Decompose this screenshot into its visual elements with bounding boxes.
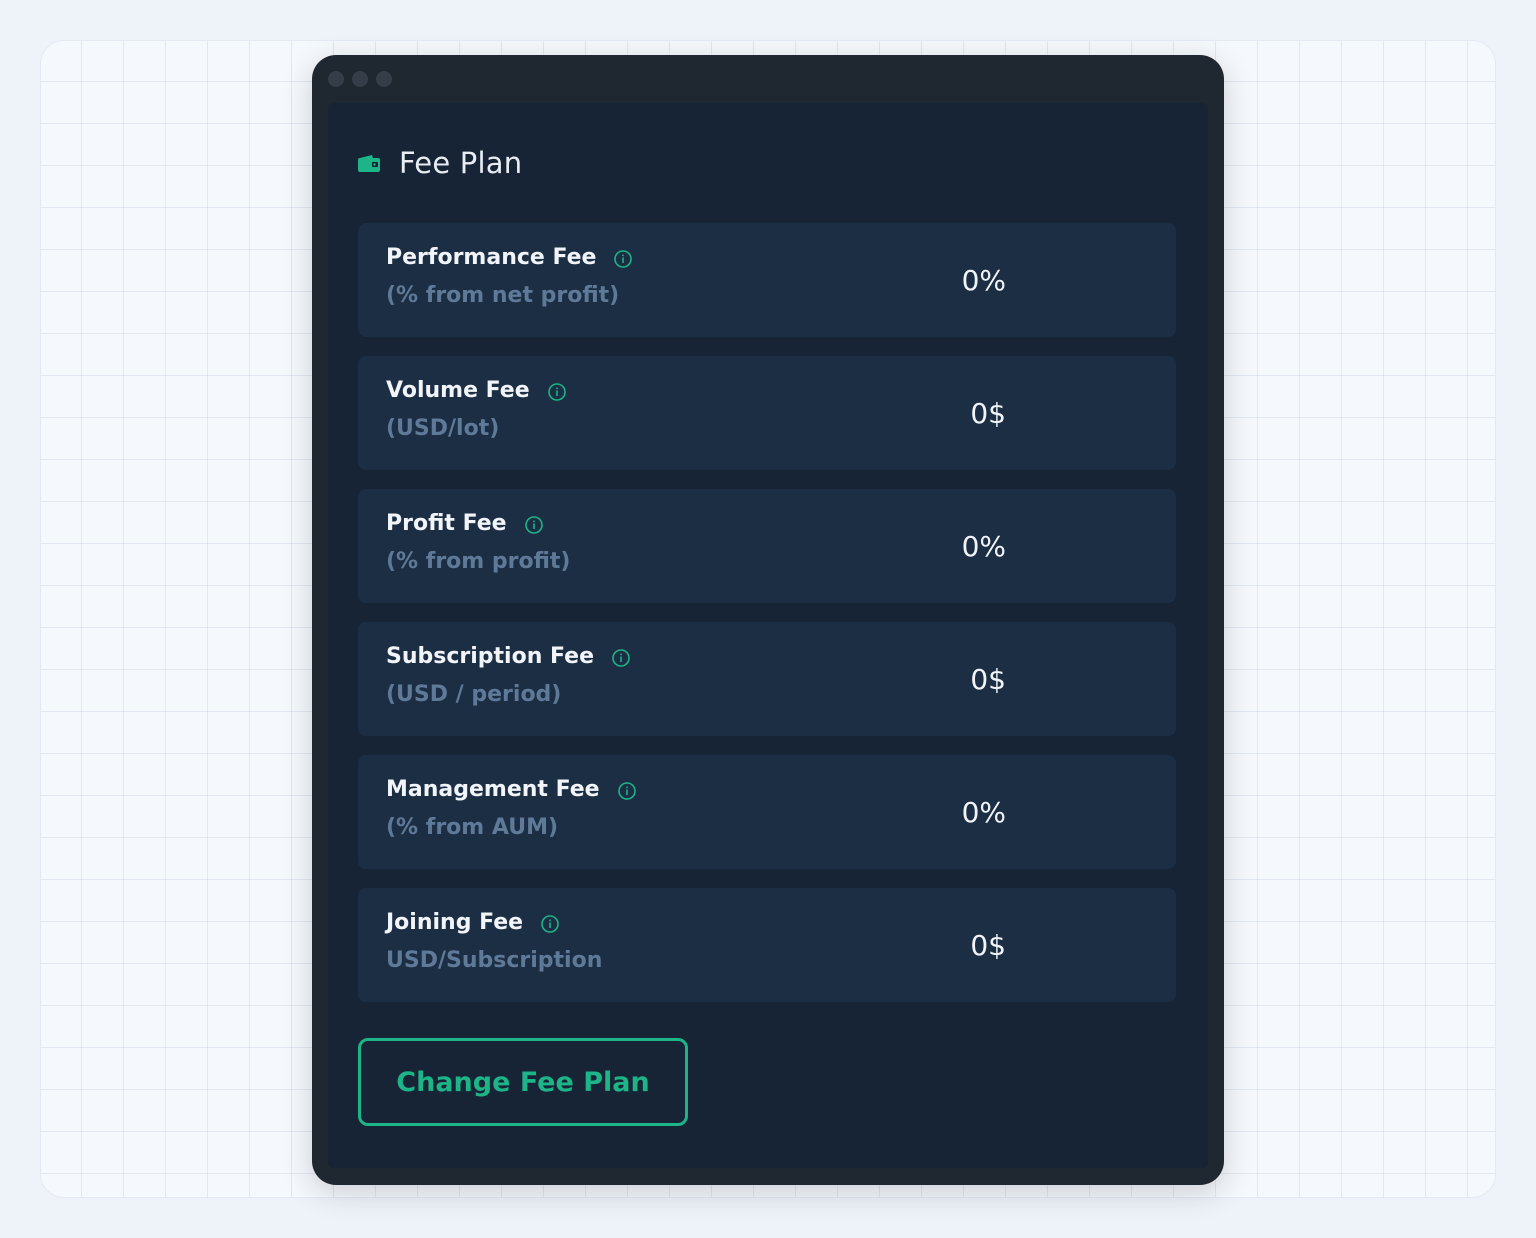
fee-subtitle: USD/Subscription <box>386 948 603 973</box>
fee-label: Management Fee <box>386 777 636 802</box>
wallet-icon <box>358 154 380 172</box>
panel-header: Fee Plan <box>358 143 522 183</box>
fee-row-profit: Profit Fee (% from profit) 0% <box>358 489 1176 603</box>
window-dot-maximize[interactable] <box>376 71 392 87</box>
info-icon[interactable] <box>614 249 633 268</box>
fee-label-text: Profit Fee <box>386 511 507 536</box>
fee-subtitle: (USD/lot) <box>386 416 500 441</box>
fee-label-text: Subscription Fee <box>386 644 595 669</box>
panel-title: Fee Plan <box>399 146 523 180</box>
fee-value: 0% <box>961 795 1006 829</box>
info-icon[interactable] <box>541 914 559 933</box>
fee-label: Performance Fee <box>386 245 633 270</box>
app-window: Fee Plan Performance Fee (% from net pro… <box>312 55 1224 1185</box>
fee-value: 0$ <box>970 662 1006 696</box>
fee-label: Subscription Fee <box>386 644 630 669</box>
info-icon[interactable] <box>617 781 636 800</box>
fee-plan-panel: Fee Plan Performance Fee (% from net pro… <box>328 103 1208 1168</box>
window-titlebar <box>312 55 1224 103</box>
fee-row-volume: Volume Fee (USD/lot) 0$ <box>358 356 1176 470</box>
fee-subtitle: (% from net profit) <box>386 283 620 308</box>
fee-label: Joining Fee <box>386 910 559 935</box>
fee-label-text: Volume Fee <box>386 378 530 403</box>
fee-subtitle: (% from AUM) <box>386 815 559 840</box>
fee-row-subscription: Subscription Fee (USD / period) 0$ <box>358 622 1176 736</box>
fee-label: Volume Fee <box>386 378 566 403</box>
fee-value: 0% <box>961 263 1006 297</box>
fee-subtitle: (USD / period) <box>386 682 562 707</box>
window-dot-close[interactable] <box>328 71 344 87</box>
info-icon[interactable] <box>547 382 566 401</box>
fee-value: 0$ <box>970 928 1006 962</box>
fee-label: Profit Fee <box>386 511 543 536</box>
window-dot-minimize[interactable] <box>352 71 368 87</box>
fee-value: 0% <box>961 529 1006 563</box>
fee-label-text: Performance Fee <box>386 245 597 270</box>
fee-subtitle: (% from profit) <box>386 549 571 574</box>
fee-row-performance: Performance Fee (% from net profit) 0% <box>358 223 1176 337</box>
fee-label-text: Management Fee <box>386 777 600 802</box>
fee-row-management: Management Fee (% from AUM) 0% <box>358 755 1176 869</box>
info-icon[interactable] <box>524 515 543 534</box>
fee-list: Performance Fee (% from net profit) 0% V… <box>358 223 1176 1021</box>
fee-value: 0$ <box>970 396 1006 430</box>
change-fee-plan-button[interactable]: Change Fee Plan <box>358 1038 688 1126</box>
fee-row-joining: Joining Fee USD/Subscription 0$ <box>358 888 1176 1002</box>
info-icon[interactable] <box>612 648 630 667</box>
fee-label-text: Joining Fee <box>386 910 524 935</box>
